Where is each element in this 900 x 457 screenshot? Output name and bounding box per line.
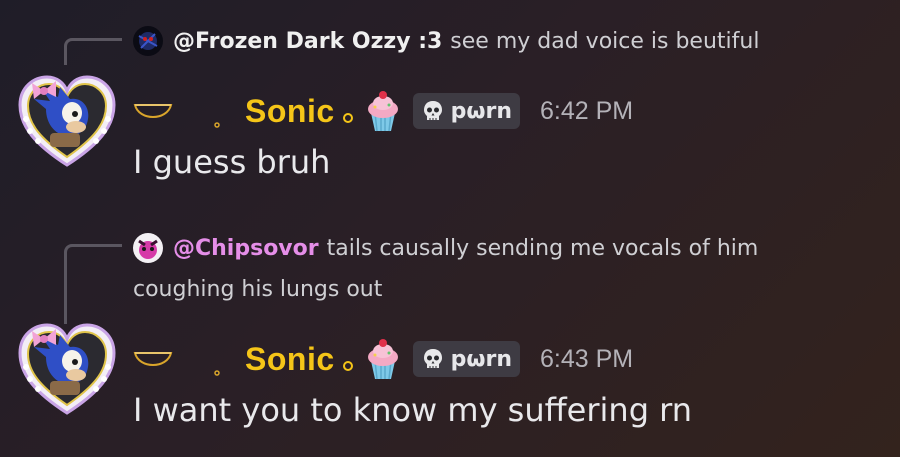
skull-icon: [423, 101, 442, 120]
role-decoration-icon: [133, 339, 245, 379]
reply-avatar[interactable]: [133, 26, 163, 56]
server-tag[interactable]: pωrn: [412, 341, 521, 377]
reply-text-continued[interactable]: coughing his lungs out: [133, 269, 833, 311]
reply-author[interactable]: @Chipsovor: [173, 236, 319, 261]
timestamp[interactable]: 6:43 PM: [540, 345, 633, 374]
server-tag-label: pωrn: [450, 346, 513, 372]
message-header: Sonic pωrn 6:42 PM: [133, 88, 633, 134]
cupcake-icon: [365, 337, 401, 381]
avatar[interactable]: [16, 317, 118, 419]
message-2: @Chipsovor tails causally sending me voc…: [0, 215, 900, 457]
timestamp[interactable]: 6:42 PM: [540, 97, 633, 126]
name-dot-icon: [342, 361, 353, 371]
message-1: @Frozen Dark Ozzy :3 see my dad voice is…: [0, 0, 900, 215]
server-tag-label: pωrn: [450, 98, 513, 124]
role-decoration-icon: [133, 91, 245, 131]
reply-connector: [64, 244, 122, 324]
reply-author[interactable]: @Frozen Dark Ozzy :3: [173, 29, 442, 54]
username[interactable]: Sonic: [245, 93, 335, 130]
skull-icon: [423, 349, 442, 368]
cupcake-icon: [365, 89, 401, 133]
reply-preview[interactable]: @Chipsovor tails causally sending me voc…: [133, 233, 758, 263]
server-tag[interactable]: pωrn: [412, 93, 521, 129]
reply-connector: [64, 38, 122, 65]
reply-text[interactable]: tails causally sending me vocals of him: [327, 236, 759, 261]
name-dot-icon: [342, 113, 353, 123]
reply-avatar[interactable]: [133, 233, 163, 263]
message-content: I guess bruh: [133, 143, 331, 181]
avatar[interactable]: [16, 69, 118, 171]
reply-preview[interactable]: @Frozen Dark Ozzy :3 see my dad voice is…: [133, 26, 759, 56]
message-header: Sonic pωrn 6:43 PM: [133, 336, 633, 382]
reply-text[interactable]: see my dad voice is beutiful: [450, 29, 759, 54]
username[interactable]: Sonic: [245, 341, 335, 378]
message-content: I want you to know my suffering rn: [133, 391, 693, 429]
